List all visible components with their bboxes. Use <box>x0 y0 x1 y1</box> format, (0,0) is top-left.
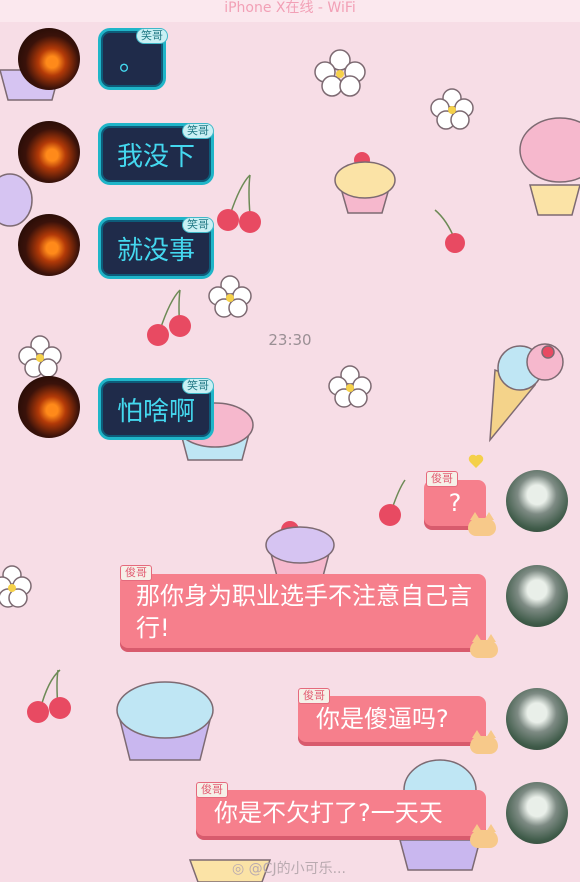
sender-badge: 俊哥 <box>426 471 458 487</box>
avatar[interactable] <box>506 688 568 750</box>
message-text: 就没事 <box>116 235 195 266</box>
avatar[interactable] <box>18 376 80 438</box>
status-bar: iPhone X在线 - WiFi <box>0 0 580 22</box>
status-text: iPhone X在线 - WiFi <box>224 0 356 16</box>
weibo-icon: ◎ <box>232 861 245 877</box>
avatar[interactable] <box>506 782 568 844</box>
watermark-text: @CJ的小可乐... <box>248 861 346 877</box>
message-text: 怕啥啊 <box>116 396 195 427</box>
sender-badge: 笑哥 <box>182 378 214 394</box>
avatar[interactable] <box>18 28 80 90</box>
sender-badge: 笑哥 <box>182 217 214 233</box>
sender-badge: 俊哥 <box>196 782 228 798</box>
kitty-sticker-icon <box>468 512 496 536</box>
message-text: 。 <box>118 46 145 77</box>
kitty-sticker-icon <box>470 824 498 848</box>
message-text: 那你身为职业选手不注意自己言行! <box>136 582 472 642</box>
avatar[interactable] <box>506 565 568 627</box>
message-text: 你是不欠打了?一天天 <box>214 799 443 827</box>
message-text: 我没下 <box>116 141 195 172</box>
timestamp: 23:30 <box>268 331 312 349</box>
kitty-sticker-icon <box>470 634 498 658</box>
message-bubble[interactable]: 你是不欠打了?一天天 <box>196 790 486 836</box>
kitty-sticker-icon <box>470 730 498 754</box>
sender-badge: 笑哥 <box>136 28 168 44</box>
message-text: ? <box>448 489 462 517</box>
avatar[interactable] <box>18 121 80 183</box>
avatar[interactable] <box>18 214 80 276</box>
message-text: 你是傻逼吗? <box>316 705 449 733</box>
sender-badge: 笑哥 <box>182 123 214 139</box>
sender-badge: 俊哥 <box>298 688 330 704</box>
message-bubble[interactable]: 那你身为职业选手不注意自己言行! <box>120 574 486 648</box>
sender-badge: 俊哥 <box>120 565 152 581</box>
watermark: ◎ @CJ的小可乐... <box>232 858 346 878</box>
avatar[interactable] <box>506 470 568 532</box>
